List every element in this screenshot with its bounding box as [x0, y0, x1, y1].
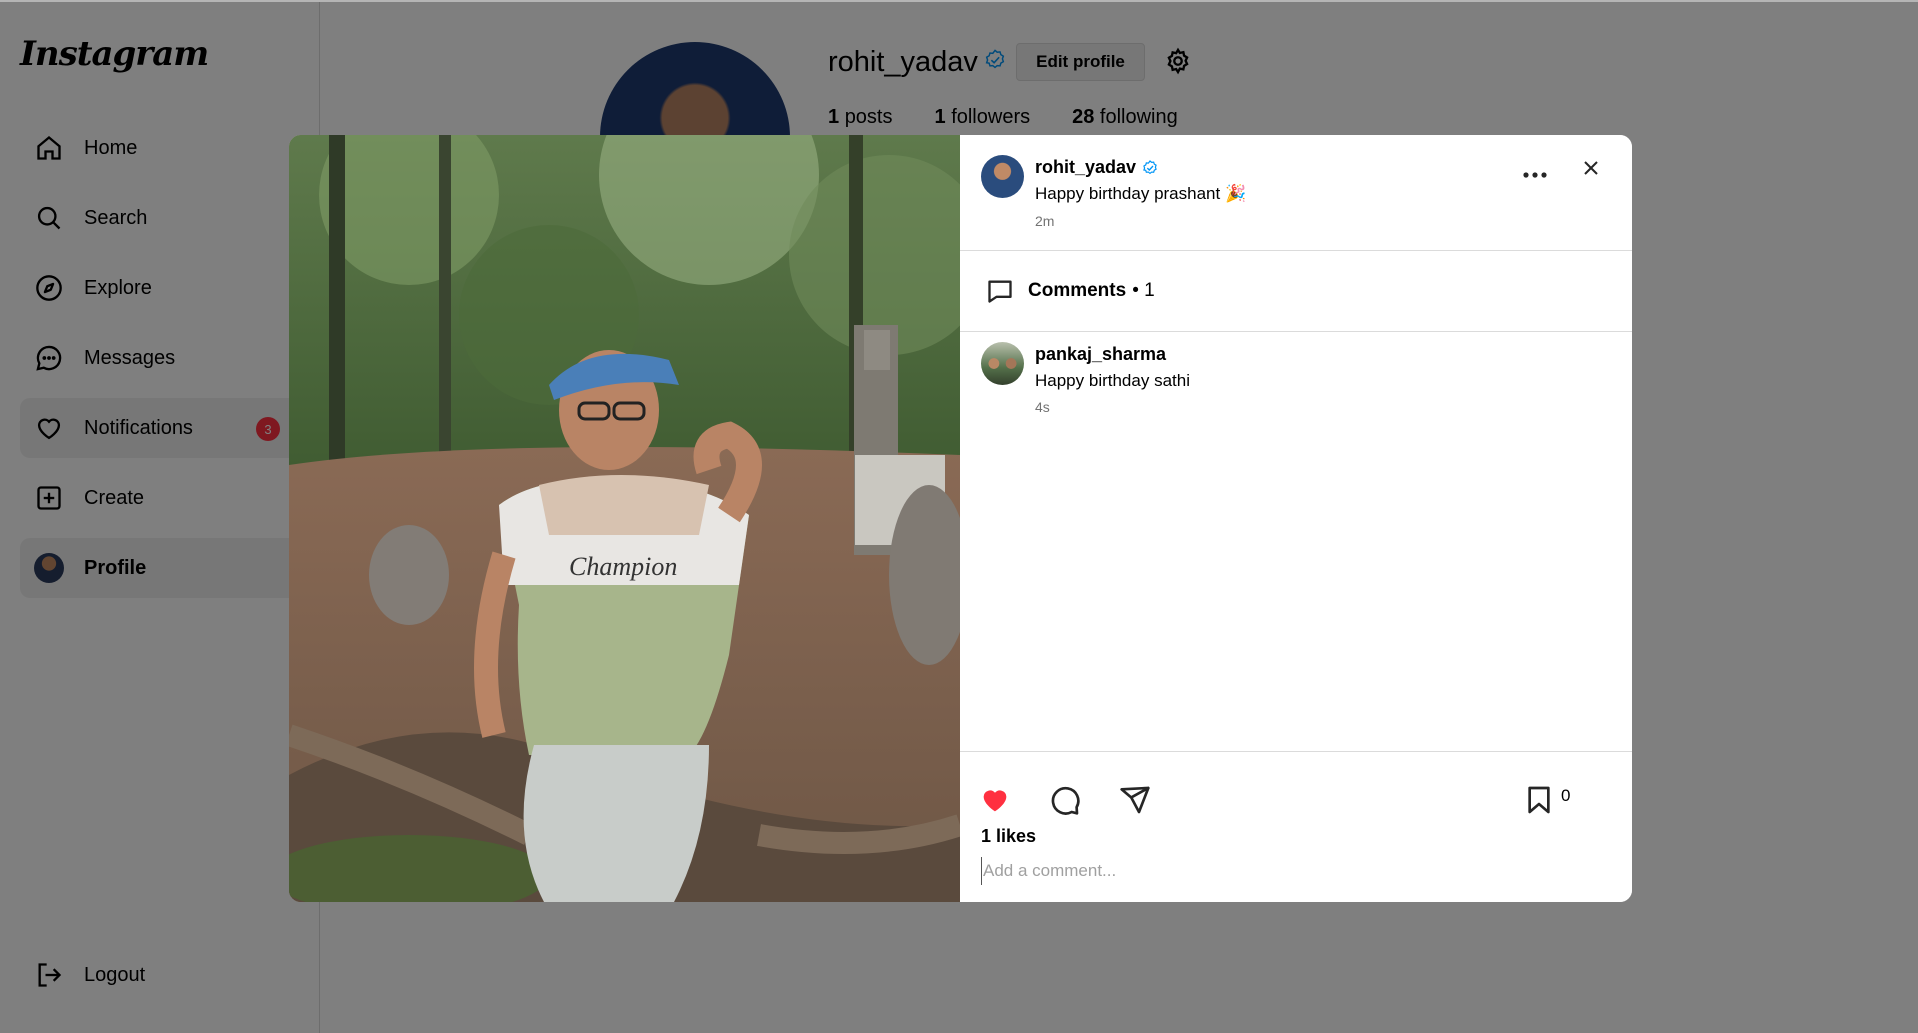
post-timestamp: 2m	[1035, 213, 1055, 229]
comment-text: Happy birthday sathi	[1035, 371, 1190, 390]
share-send-icon[interactable]	[1119, 784, 1151, 816]
comments-label: Comments	[1028, 280, 1127, 301]
svg-text:Champion: Champion	[569, 552, 677, 581]
post-modal: Champion rohit_yadav Happy birthday pras…	[289, 135, 1632, 902]
comment-icon[interactable]	[1049, 784, 1081, 816]
comments-header: Comments • 1	[960, 251, 1632, 332]
top-border	[0, 0, 1918, 2]
post-caption: Happy birthday prashant 🎉	[1035, 184, 1247, 203]
comments-count: • 1	[1132, 280, 1155, 301]
comment-timestamp: 4s	[1035, 399, 1050, 415]
author-username-row: rohit_yadav	[1035, 157, 1158, 178]
post-header: rohit_yadav Happy birthday prashant 🎉 2m	[960, 135, 1632, 251]
commenter-avatar[interactable]	[981, 342, 1024, 385]
verified-badge-icon	[1142, 159, 1158, 176]
commenter-username[interactable]: pankaj_sharma	[1035, 344, 1166, 365]
bookmark-icon[interactable]	[1523, 784, 1555, 816]
comment-square-icon	[986, 277, 1028, 305]
bookmark-count: 0	[1561, 786, 1571, 805]
author-avatar[interactable]	[981, 155, 1024, 198]
more-options-icon[interactable]	[1520, 165, 1550, 185]
likes-count[interactable]: 1 likes	[981, 826, 1036, 847]
author-username[interactable]: rohit_yadav	[1035, 157, 1136, 178]
like-heart-icon[interactable]	[979, 784, 1011, 816]
add-comment-input[interactable]	[981, 857, 1601, 885]
post-image[interactable]: Champion	[289, 135, 960, 902]
close-icon[interactable]	[1580, 157, 1602, 179]
post-details-panel: rohit_yadav Happy birthday prashant 🎉 2m…	[960, 135, 1632, 902]
